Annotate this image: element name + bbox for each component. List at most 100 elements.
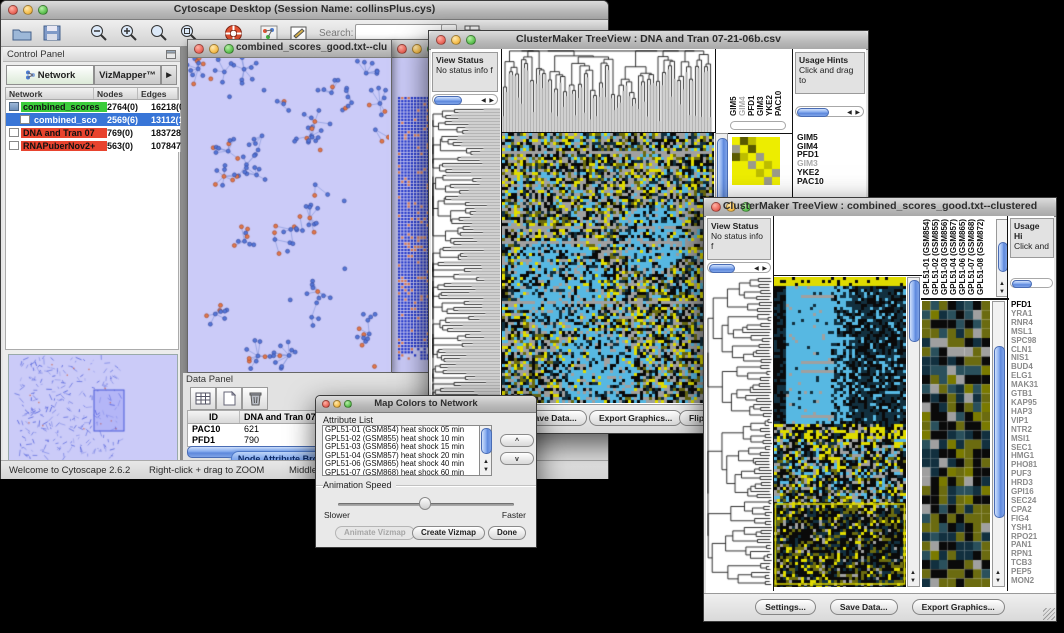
gene-label[interactable]: CPA2 — [1011, 506, 1055, 515]
zoom-column-label[interactable]: GPL51-01 (GSM854) — [922, 219, 931, 295]
gene-label[interactable]: NIS1 — [1011, 354, 1055, 363]
network-view-titlebar[interactable]: combined_scores_good.txt--cluste... — [188, 40, 391, 58]
zoom-row-label[interactable]: PAC10 — [797, 177, 863, 186]
zoom-column-label[interactable]: GPL51-04 (GSM857) — [949, 219, 958, 295]
attribute-list-scrollbar[interactable]: ▲ ▼ — [479, 425, 492, 476]
gene-label[interactable]: MAK31 — [1011, 381, 1055, 390]
scrollbar-thumb[interactable] — [797, 108, 829, 117]
scrollbar-thumb[interactable] — [434, 96, 462, 105]
scrollbar-thumb[interactable] — [1012, 280, 1032, 288]
gene-label[interactable]: BUD4 — [1011, 363, 1055, 372]
global-heatmap[interactable] — [774, 277, 906, 587]
dialog-button[interactable]: Done — [488, 526, 526, 540]
gene-label[interactable]: YSH1 — [1011, 524, 1055, 533]
gene-label[interactable]: PEP5 — [1011, 568, 1055, 577]
gene-label[interactable]: PAN1 — [1011, 541, 1055, 550]
scroll-up-arrow[interactable]: ▲ — [999, 281, 1006, 287]
view-status-scrollbar[interactable]: ◀ ▶ — [707, 262, 771, 273]
gene-label[interactable]: MON2 — [1011, 577, 1055, 586]
heatmap-vscrollbar[interactable]: ▲ ▼ — [907, 277, 920, 587]
scroll-down-arrow[interactable]: ▼ — [995, 578, 1002, 584]
treeview-dna-titlebar[interactable]: ClusterMaker TreeView : DNA and Tran 07-… — [429, 31, 868, 50]
zoom-row-label[interactable]: YKE2 — [797, 168, 863, 177]
network-row[interactable]: RNAPuberNov2+ 563(0) 107847(0) — [6, 139, 180, 152]
zoom-row-label[interactable]: GIM3 — [797, 159, 863, 168]
zoom-out-icon[interactable] — [87, 23, 111, 43]
gene-label[interactable]: SEC1 — [1011, 444, 1055, 453]
network-row[interactable]: DNA and Tran 07 769(0) 183728(0) — [6, 126, 180, 139]
attribute-select-icon[interactable] — [190, 387, 216, 410]
save-session-icon[interactable] — [40, 23, 64, 43]
treeview-button[interactable]: Export Graphics... — [912, 599, 1005, 615]
gene-label[interactable]: HAP3 — [1011, 408, 1055, 417]
gene-label[interactable]: YRA1 — [1011, 310, 1055, 319]
usage-hints-scrollbar[interactable]: ◀ ▶ — [795, 106, 864, 117]
scroll-down-arrow[interactable]: ▼ — [999, 289, 1006, 295]
float-panel-icon[interactable] — [166, 50, 176, 59]
gene-label[interactable]: HRD3 — [1011, 479, 1055, 488]
global-heatmap[interactable] — [502, 133, 714, 403]
usage-hints-scrollbar[interactable] — [1010, 278, 1053, 288]
zoom-column-label[interactable]: PAC10 — [774, 91, 783, 116]
scrollbar-arrows[interactable]: ◀ ▶ — [754, 265, 768, 272]
gene-label[interactable]: ELG1 — [1011, 372, 1055, 381]
zoom-heatmap[interactable] — [732, 137, 780, 185]
scroll-up-arrow[interactable]: ▲ — [910, 570, 917, 576]
gene-label[interactable]: PFD1 — [1011, 301, 1055, 310]
scroll-down-arrow[interactable]: ▼ — [483, 467, 490, 473]
scrollbar-thumb[interactable] — [481, 428, 492, 454]
treeview-button[interactable]: Save Data... — [830, 599, 898, 615]
dialog-titlebar[interactable]: Map Colors to Network — [316, 396, 536, 413]
tab-vizmapper[interactable]: VizMapper™ — [94, 65, 161, 85]
scroll-up-arrow[interactable]: ▲ — [483, 459, 490, 465]
scrollbar-thumb[interactable] — [709, 264, 735, 273]
zoom-column-label[interactable]: GIM5 — [729, 96, 738, 116]
gene-label[interactable]: GTB1 — [1011, 390, 1055, 399]
gene-label[interactable]: FIG4 — [1011, 515, 1055, 524]
scrollbar-thumb[interactable] — [717, 138, 728, 202]
network-overview-thumbnail[interactable] — [8, 354, 178, 461]
zoom-column-label[interactable]: GPL51-07 (GSM868) — [967, 219, 976, 295]
minimize-button[interactable] — [412, 44, 422, 54]
gene-label[interactable]: PHO81 — [1011, 461, 1055, 470]
view-status-scrollbar[interactable]: ◀ ▶ — [432, 94, 498, 105]
gene-label[interactable]: RPO21 — [1011, 533, 1055, 542]
zoom-row-label[interactable]: GIM5 — [797, 133, 863, 142]
open-session-icon[interactable] — [10, 23, 34, 43]
zoom-hscrollbar[interactable] — [730, 121, 786, 130]
attribute-list-item[interactable]: GPL51-07 (GSM868) heat shock 60 min — [325, 469, 491, 477]
minimize-button[interactable] — [209, 44, 219, 54]
tab-network[interactable]: Network — [6, 65, 94, 85]
close-button[interactable] — [397, 44, 407, 54]
move-down-button[interactable]: v — [500, 452, 534, 465]
column-dendrogram-area[interactable] — [774, 216, 907, 274]
zoom-row-label[interactable]: PFD1 — [797, 150, 863, 159]
close-button[interactable] — [194, 44, 204, 54]
zoom-column-label[interactable]: PFD1 — [747, 96, 756, 116]
col-network[interactable]: Network — [6, 88, 94, 99]
zoom-button[interactable] — [224, 44, 234, 54]
zoom-heatmap[interactable] — [922, 301, 990, 587]
zoom-column-label[interactable]: GPL51-08 (GSM872) — [976, 219, 985, 295]
resize-grip[interactable] — [1043, 608, 1055, 620]
main-titlebar[interactable]: Cytoscape Desktop (Session Name: collins… — [1, 1, 608, 20]
col-nodes[interactable]: Nodes — [94, 88, 138, 99]
dialog-button[interactable]: Animate Vizmap — [335, 526, 415, 540]
gene-label[interactable]: SEC24 — [1011, 497, 1055, 506]
gene-label[interactable]: NTR2 — [1011, 426, 1055, 435]
scroll-down-arrow[interactable]: ▼ — [910, 578, 917, 584]
col-id[interactable]: ID — [188, 411, 240, 423]
treeview-button[interactable]: Settings... — [755, 599, 816, 615]
zoom-column-label[interactable]: YKE2 — [765, 95, 774, 116]
gene-label[interactable]: KAP95 — [1011, 399, 1055, 408]
dialog-button[interactable]: Create Vizmap — [412, 526, 485, 540]
gene-label[interactable]: HMG1 — [1011, 452, 1055, 461]
network-canvas[interactable] — [188, 58, 389, 371]
scrollbar-arrows[interactable]: ◀ ▶ — [847, 109, 861, 116]
column-dendrogram[interactable] — [502, 50, 714, 132]
network-row[interactable]: combined_scores 2764(0) 16218(0) — [6, 100, 180, 113]
move-up-button[interactable]: ^ — [500, 434, 534, 447]
zoom-row-label[interactable]: GIM4 — [797, 142, 863, 151]
gene-label[interactable]: MSI1 — [1011, 435, 1055, 444]
zoom-column-label[interactable]: GPL51-06 (GSM865) — [958, 219, 967, 295]
